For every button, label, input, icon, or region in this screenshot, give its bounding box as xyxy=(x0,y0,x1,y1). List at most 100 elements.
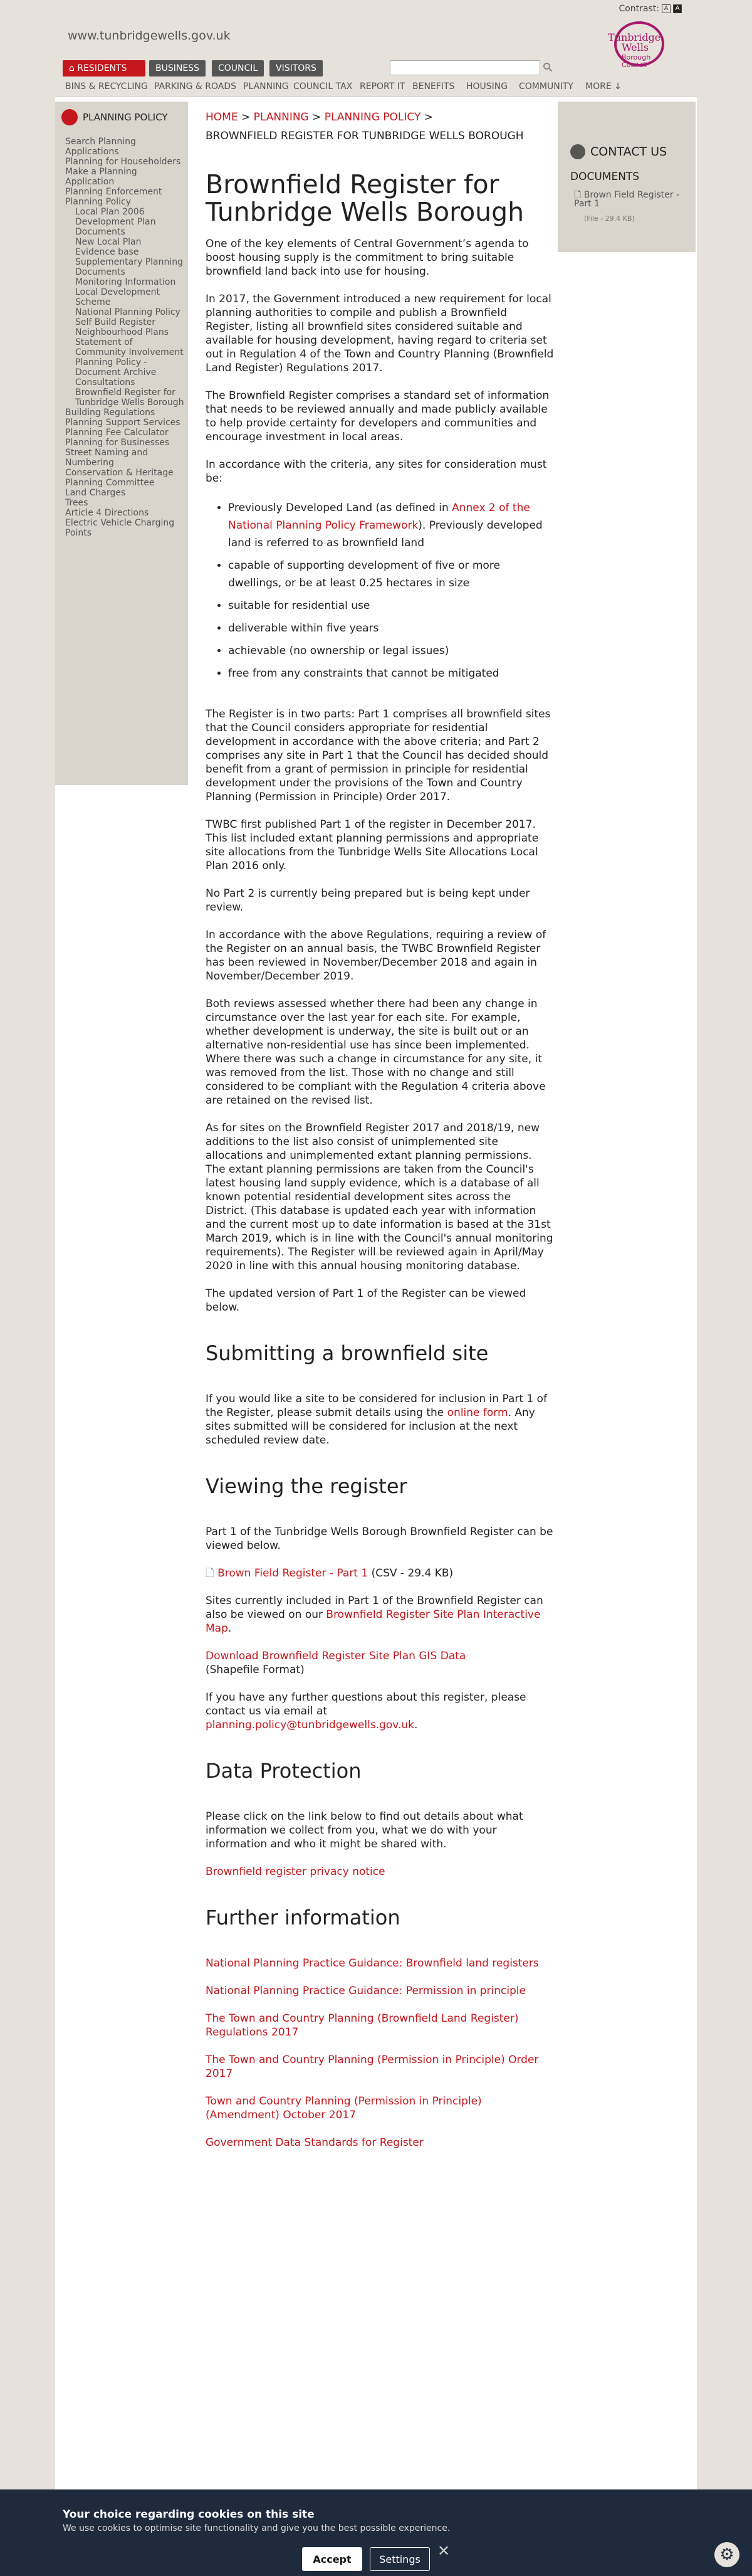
topnav-housing[interactable]: HOUSING xyxy=(466,82,508,92)
list-item: capable of supporting development of fiv… xyxy=(228,557,554,592)
close-icon[interactable]: ✕ xyxy=(437,2542,450,2560)
topnav-benefits[interactable]: BENEFITS xyxy=(412,82,454,92)
paragraph: The updated version of Part 1 of the Reg… xyxy=(206,1287,526,1314)
breadcrumb-home[interactable]: HOME xyxy=(206,111,238,124)
sidebar-nav-list: Search Planning Applications Planning for… xyxy=(65,137,184,538)
paragraph: If you would like a site to be considere… xyxy=(206,1392,554,1447)
sidebar-item[interactable]: Planning Fee Calculator xyxy=(65,428,184,438)
further-link[interactable]: The Town and Country Planning (Brownfiel… xyxy=(206,2012,519,2039)
further-link[interactable]: National Planning Practice Guidance: Per… xyxy=(206,1985,526,1997)
sidebar-item[interactable]: Brownfield Register for Tunbridge Wells … xyxy=(65,388,184,408)
paragraph: Please click on the link below to find o… xyxy=(206,1810,523,1850)
nav-visitors[interactable]: VISITORS xyxy=(269,60,323,77)
sidebar-item[interactable]: Planning for Householders xyxy=(65,157,184,167)
search-icon[interactable] xyxy=(543,62,553,72)
sidebar-item[interactable]: Statement of Community Involvement xyxy=(65,337,184,357)
paragraph: In 2017, the Government introduced a new… xyxy=(206,293,554,374)
nav-residents-label: RESIDENTS xyxy=(77,63,127,73)
sidebar-item[interactable]: Land Charges xyxy=(65,488,184,498)
topnav-planning[interactable]: PLANNING xyxy=(243,82,289,92)
criteria-list: Previously Developed Land (as defined in… xyxy=(228,499,554,682)
breadcrumb-planning-policy[interactable]: PLANNING POLICY xyxy=(325,111,421,124)
document-line: 🗋 Brown Field Register - Part 1 (CSV - 2… xyxy=(206,1566,554,1580)
sidebar-title-label: PLANNING POLICY xyxy=(83,112,168,123)
sidebar-item[interactable]: Supplementary Planning Documents xyxy=(65,257,184,277)
document-item[interactable]: 🗋 Brown Field Register - Part 1 xyxy=(574,191,696,208)
topnav-council-tax[interactable]: COUNCIL TAX xyxy=(293,82,352,92)
sidebar-item[interactable]: Building Regulations xyxy=(65,408,184,418)
planning-policy-icon xyxy=(61,109,78,125)
topnav-report-it[interactable]: REPORT IT xyxy=(360,82,405,92)
gis-data-download-link[interactable]: Download Brownfield Register Site Plan G… xyxy=(206,1650,466,1662)
list-item: deliverable within five years xyxy=(228,620,554,637)
further-link-item: Government Data Standards for Register xyxy=(206,2136,554,2150)
nav-council[interactable]: COUNCIL xyxy=(212,60,264,77)
sidebar-item[interactable]: Planning Enforcement xyxy=(65,187,184,197)
search-input[interactable] xyxy=(390,60,540,75)
sidebar: PLANNING POLICY Search Planning Applicat… xyxy=(55,102,188,785)
article: HOME > PLANNING > PLANNING POLICY > BROW… xyxy=(206,97,554,2163)
contact-us-link[interactable]: CONTACT US xyxy=(570,144,667,159)
contrast-label: Contrast: xyxy=(619,4,659,14)
topnav-more[interactable]: MORE ↓ xyxy=(585,82,622,92)
list-item: Previously Developed Land (as defined in… xyxy=(228,499,554,552)
nav-business[interactable]: BUSINESS xyxy=(149,60,206,77)
breadcrumb-planning[interactable]: PLANNING xyxy=(254,111,309,124)
sidebar-item[interactable]: Electric Vehicle Charging Points xyxy=(65,518,184,538)
sidebar-item[interactable]: Make a Planning Application xyxy=(65,167,184,187)
list-item: achievable (no ownership or legal issues… xyxy=(228,642,554,660)
sidebar-item[interactable]: Conservation & Heritage xyxy=(65,468,184,478)
section-heading-submit: Submitting a brownfield site xyxy=(206,1341,489,1365)
sidebar-item[interactable]: Planning Committee xyxy=(65,478,184,488)
sidebar-item[interactable]: Planning Policy - Document Archive Consu… xyxy=(65,357,184,388)
sidebar-item[interactable]: Search Planning Applications xyxy=(65,137,184,157)
sidebar-item[interactable]: Street Naming and Numbering xyxy=(65,448,184,468)
further-link[interactable]: Town and Country Planning (Permission in… xyxy=(206,2095,482,2121)
further-link[interactable]: The Town and Country Planning (Permissio… xyxy=(206,2054,538,2080)
brownfield-register-part1-link[interactable]: Brown Field Register - Part 1 xyxy=(217,1567,368,1580)
further-link[interactable]: National Planning Practice Guidance: Bro… xyxy=(206,1957,539,1970)
section-heading-further: Further information xyxy=(206,1906,400,1929)
paragraph: TWBC first published Part 1 of the regis… xyxy=(206,818,539,872)
cookie-settings-button[interactable]: Settings xyxy=(370,2547,430,2571)
contrast-light-button[interactable]: A xyxy=(662,4,671,13)
sidebar-item[interactable]: Planning Support Services xyxy=(65,418,184,428)
paragraph: Part 1 of the Tunbridge Wells Borough Br… xyxy=(206,1526,553,1552)
sidebar-item[interactable]: Local Development Scheme xyxy=(65,287,184,307)
sidebar-item[interactable]: New Local Plan xyxy=(65,237,184,247)
sidebar-item[interactable]: Planning for Businesses xyxy=(65,438,184,448)
site-url[interactable]: www.tunbridgewells.gov.uk xyxy=(68,29,231,43)
nav-residents[interactable]: ⌂ RESIDENTS xyxy=(63,60,145,77)
topnav-bins[interactable]: BINS & RECYCLING xyxy=(65,82,148,92)
paragraph: If you have any further questions about … xyxy=(206,1691,526,1731)
contrast-dark-button[interactable]: A xyxy=(673,4,682,13)
section-heading-view: Viewing the register xyxy=(206,1474,407,1498)
gear-icon[interactable]: ⚙ xyxy=(714,2542,739,2567)
document-size: (File - 29.4 KB) xyxy=(584,214,635,223)
document-name: Brown Field Register - Part 1 xyxy=(574,190,680,209)
sidebar-item[interactable]: Development Plan Documents xyxy=(65,217,184,237)
sidebar-item[interactable]: Self Build Register xyxy=(65,317,184,327)
paragraph: The Brownfield Register comprises a stan… xyxy=(206,389,550,443)
cookie-accept-button[interactable]: Accept xyxy=(302,2547,362,2571)
topnav-parking[interactable]: PARKING & ROADS xyxy=(154,82,236,92)
sidebar-item[interactable]: National Planning Policy xyxy=(65,307,184,317)
sidebar-item[interactable]: Monitoring Information xyxy=(65,277,184,287)
privacy-notice-link[interactable]: Brownfield register privacy notice xyxy=(206,1866,385,1878)
sidebar-item[interactable]: Evidence base xyxy=(65,247,184,257)
list-item: suitable for residential use xyxy=(228,597,554,615)
sidebar-item[interactable]: Neighbourhood Plans xyxy=(65,327,184,337)
further-link-item: The Town and Country Planning (Permissio… xyxy=(206,2053,554,2081)
sidebar-item[interactable]: Article 4 Directions xyxy=(65,508,184,518)
contact-email-link[interactable]: planning.policy@tunbridgewells.gov.uk xyxy=(206,1719,414,1731)
topnav-community[interactable]: COMMUNITY xyxy=(519,82,573,92)
list-item-text: Previously Developed Land (as defined in xyxy=(228,502,452,514)
online-form-link[interactable]: online form xyxy=(447,1407,508,1419)
audience-nav: ⌂ RESIDENTS BUSINESS COUNCIL VISITORS xyxy=(55,60,697,78)
sidebar-item[interactable]: Trees xyxy=(65,498,184,508)
sidebar-item[interactable]: Local Plan 2006 xyxy=(65,207,184,217)
paragraph: In accordance with the criteria, any sit… xyxy=(206,458,547,485)
paragraph: Both reviews assessed whether there had … xyxy=(206,998,546,1107)
further-link[interactable]: Government Data Standards for Register xyxy=(206,2136,424,2149)
sidebar-item[interactable]: Planning Policy xyxy=(65,197,184,207)
